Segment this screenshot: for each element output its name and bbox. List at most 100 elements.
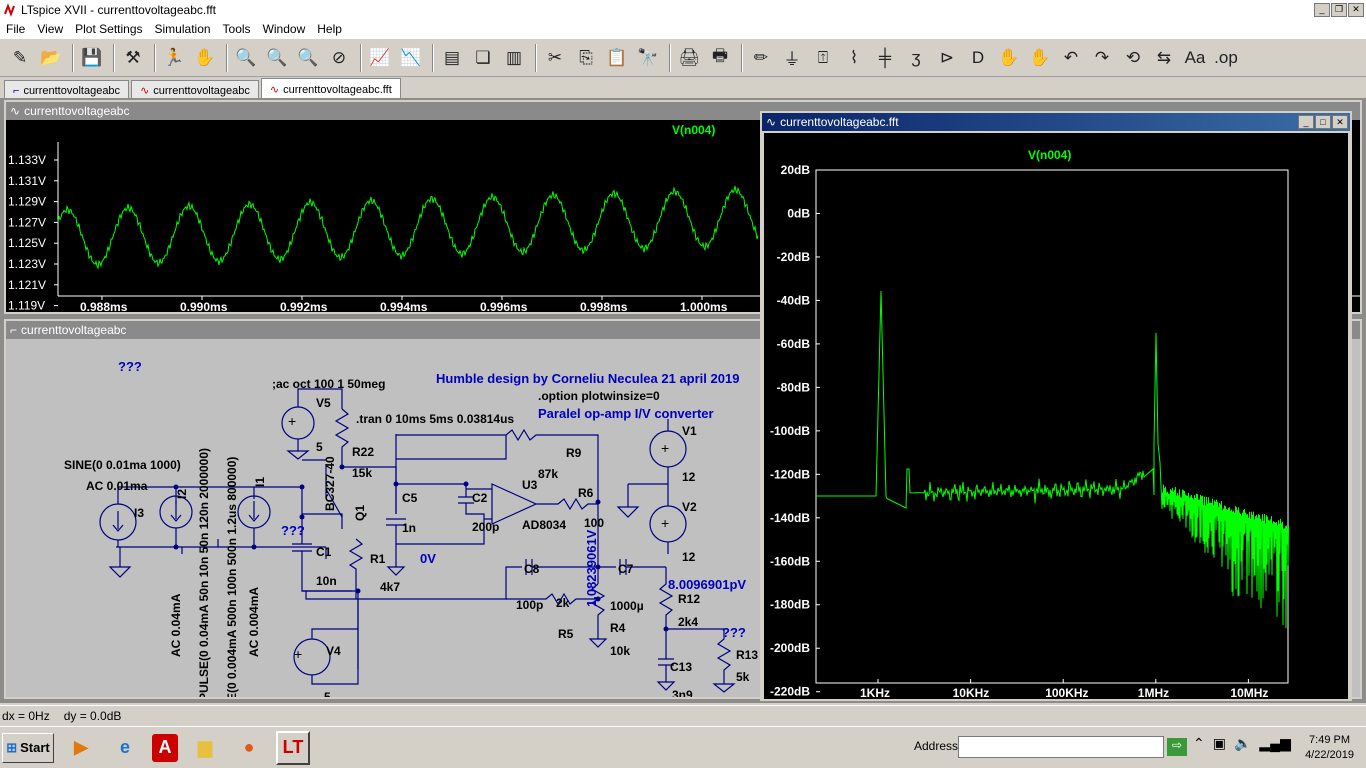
fft-close-button[interactable]: ✕ — [1332, 115, 1348, 129]
acrobat-icon[interactable]: A — [152, 734, 178, 762]
diode-icon[interactable]: ⊳ — [933, 44, 961, 72]
minimize-button[interactable]: _ — [1314, 3, 1330, 17]
fft-minimize-button[interactable]: _ — [1298, 115, 1314, 129]
run-icon[interactable]: 🏃 — [160, 44, 188, 72]
waveform-icon: ∿ — [270, 83, 279, 96]
fft-xtick: 10MHz — [1230, 686, 1268, 699]
clock-date: 4/22/2019 — [1305, 748, 1354, 763]
menu-bar: File View Plot Settings Simulation Tools… — [0, 19, 1366, 39]
qmark-1: ??? — [118, 359, 142, 374]
ground-icon[interactable]: ⏚ — [778, 44, 806, 72]
menu-plot-settings[interactable]: Plot Settings — [69, 22, 148, 36]
print-preview-icon[interactable]: 🖨 — [675, 44, 703, 72]
fft-xtick: 1MHz — [1138, 686, 1169, 699]
address-input[interactable] — [958, 736, 1164, 758]
cut-icon[interactable]: ✂ — [541, 44, 569, 72]
fft-plot-graph[interactable]: V(n004) 20dB 0dB -20dB -40dB -60dB -80dB -100dB… — [764, 133, 1348, 699]
waveform-icon: ∿ — [766, 115, 776, 129]
start-button[interactable]: ⊞ Start — [2, 733, 54, 763]
go-button[interactable]: ⇨ — [1167, 738, 1187, 756]
component-icon[interactable]: D — [964, 44, 992, 72]
c7-label: C7 — [618, 562, 634, 576]
r9-label: R9 — [566, 446, 582, 460]
fft-maximize-button[interactable]: □ — [1315, 115, 1331, 129]
halt-icon[interactable]: ✋ — [191, 44, 219, 72]
zoom-out-icon[interactable]: 🔍 — [294, 44, 322, 72]
redo-icon[interactable]: ↷ — [1088, 44, 1116, 72]
firefox-icon[interactable]: ● — [232, 731, 266, 765]
time-trace — [58, 186, 758, 268]
draw-wire-icon[interactable]: ✏ — [747, 44, 775, 72]
time-ytick: 1.131V — [8, 174, 46, 188]
r13-value: 5k — [736, 670, 750, 684]
fft-ytick: 20dB — [781, 163, 811, 177]
inductor-icon[interactable]: ʒ — [902, 44, 930, 72]
undo-icon[interactable]: ↶ — [1057, 44, 1085, 72]
save-icon[interactable]: 💾 — [78, 44, 106, 72]
menu-help[interactable]: Help — [311, 22, 348, 36]
new-schematic-icon[interactable]: ✎ — [6, 44, 34, 72]
pan-icon[interactable]: 🔍 — [263, 44, 291, 72]
move-icon[interactable]: ✋ — [995, 44, 1023, 72]
time-trace-label: V(n004) — [672, 123, 715, 137]
network-icon[interactable]: ▣ — [1213, 735, 1226, 752]
paste-icon[interactable]: 📋 — [603, 44, 631, 72]
pick-visible-traces-icon[interactable]: 📉 — [397, 44, 425, 72]
title-bar: LTspice XVII - currenttovoltageabc.fft _… — [0, 0, 1366, 19]
qmark-3: ??? — [722, 625, 746, 640]
tab-waveform[interactable]: ∿ currenttovoltageabc — [131, 80, 259, 98]
print-icon[interactable]: 🖶 — [706, 44, 734, 72]
tray-expand-icon[interactable]: ⌃ — [1193, 735, 1205, 752]
time-ytick: 1.121V — [8, 278, 46, 292]
resistor-icon[interactable]: ⌇ — [840, 44, 868, 72]
tile-horizontal-icon[interactable]: ▤ — [438, 44, 466, 72]
system-tray: ⌃ ▣ 🔈 ▂▄▆ — [1193, 735, 1291, 752]
signal-icon[interactable]: ▂▄▆ — [1259, 735, 1290, 752]
menu-simulation[interactable]: Simulation — [149, 22, 217, 36]
fft-trace — [816, 291, 1289, 628]
u3-label: U3 — [522, 478, 538, 492]
menu-view[interactable]: View — [31, 22, 69, 36]
i3-label: I3 — [134, 506, 144, 520]
cascade-icon[interactable]: ❏ — [469, 44, 497, 72]
time-ytick: 1.127V — [8, 215, 46, 229]
text-icon[interactable]: Aa — [1181, 44, 1209, 72]
schematic-icon: ⌐ — [13, 85, 19, 97]
windows-logo-icon: ⊞ — [6, 740, 17, 756]
file-explorer-icon[interactable]: ▆ — [188, 731, 222, 765]
r12-value: 2k4 — [678, 615, 698, 629]
restore-button[interactable]: ❐ — [1331, 3, 1347, 17]
zoom-full-icon[interactable]: ⊘ — [325, 44, 353, 72]
c7-value: 1000µ — [610, 599, 644, 613]
fft-window[interactable]: ∿ currenttovoltageabc.fft _ □ ✕ V(n004) 2… — [760, 111, 1352, 701]
capacitor-icon[interactable]: ╪ — [871, 44, 899, 72]
open-folder-icon[interactable]: 📂 — [37, 44, 65, 72]
tile-vertical-icon[interactable]: ▥ — [500, 44, 528, 72]
zoom-in-icon[interactable]: 🔍 — [232, 44, 260, 72]
volume-icon[interactable]: 🔈 — [1234, 735, 1251, 752]
rotate-icon[interactable]: ⟲ — [1119, 44, 1147, 72]
ltspice-taskbar-icon[interactable]: LT — [276, 731, 310, 765]
close-button[interactable]: ✕ — [1348, 3, 1364, 17]
mirror-icon[interactable]: ⇆ — [1150, 44, 1178, 72]
menu-file[interactable]: File — [0, 22, 31, 36]
menu-window[interactable]: Window — [257, 22, 312, 36]
internet-explorer-icon[interactable]: e — [108, 731, 142, 765]
copy-icon[interactable]: ⎘ — [572, 44, 600, 72]
ac-source-value: AC 0.01ma — [86, 479, 148, 493]
tab-fft[interactable]: ∿ currenttovoltageabc.fft — [261, 78, 401, 98]
autorange-icon[interactable]: 📈 — [366, 44, 394, 72]
media-player-icon[interactable]: ▶ — [64, 731, 98, 765]
node-voltage-1: 1.08239061V — [584, 529, 599, 607]
fft-ytick: -200dB — [770, 641, 810, 655]
menu-tools[interactable]: Tools — [217, 22, 257, 36]
tab-schematic[interactable]: ⌐ currenttovoltageabc — [4, 80, 129, 98]
label-net-icon[interactable]: ⍐ — [809, 44, 837, 72]
option-directive: .option plotwinsize=0 — [538, 389, 660, 403]
clock[interactable]: 7:49 PM 4/22/2019 — [1305, 733, 1354, 763]
find-icon[interactable]: 🔭 — [634, 44, 662, 72]
spice-directive-icon[interactable]: .op — [1212, 44, 1240, 72]
c2-value: 200p — [472, 520, 499, 534]
control-panel-icon[interactable]: ⚒ — [119, 44, 147, 72]
drag-icon[interactable]: ✋ — [1026, 44, 1054, 72]
